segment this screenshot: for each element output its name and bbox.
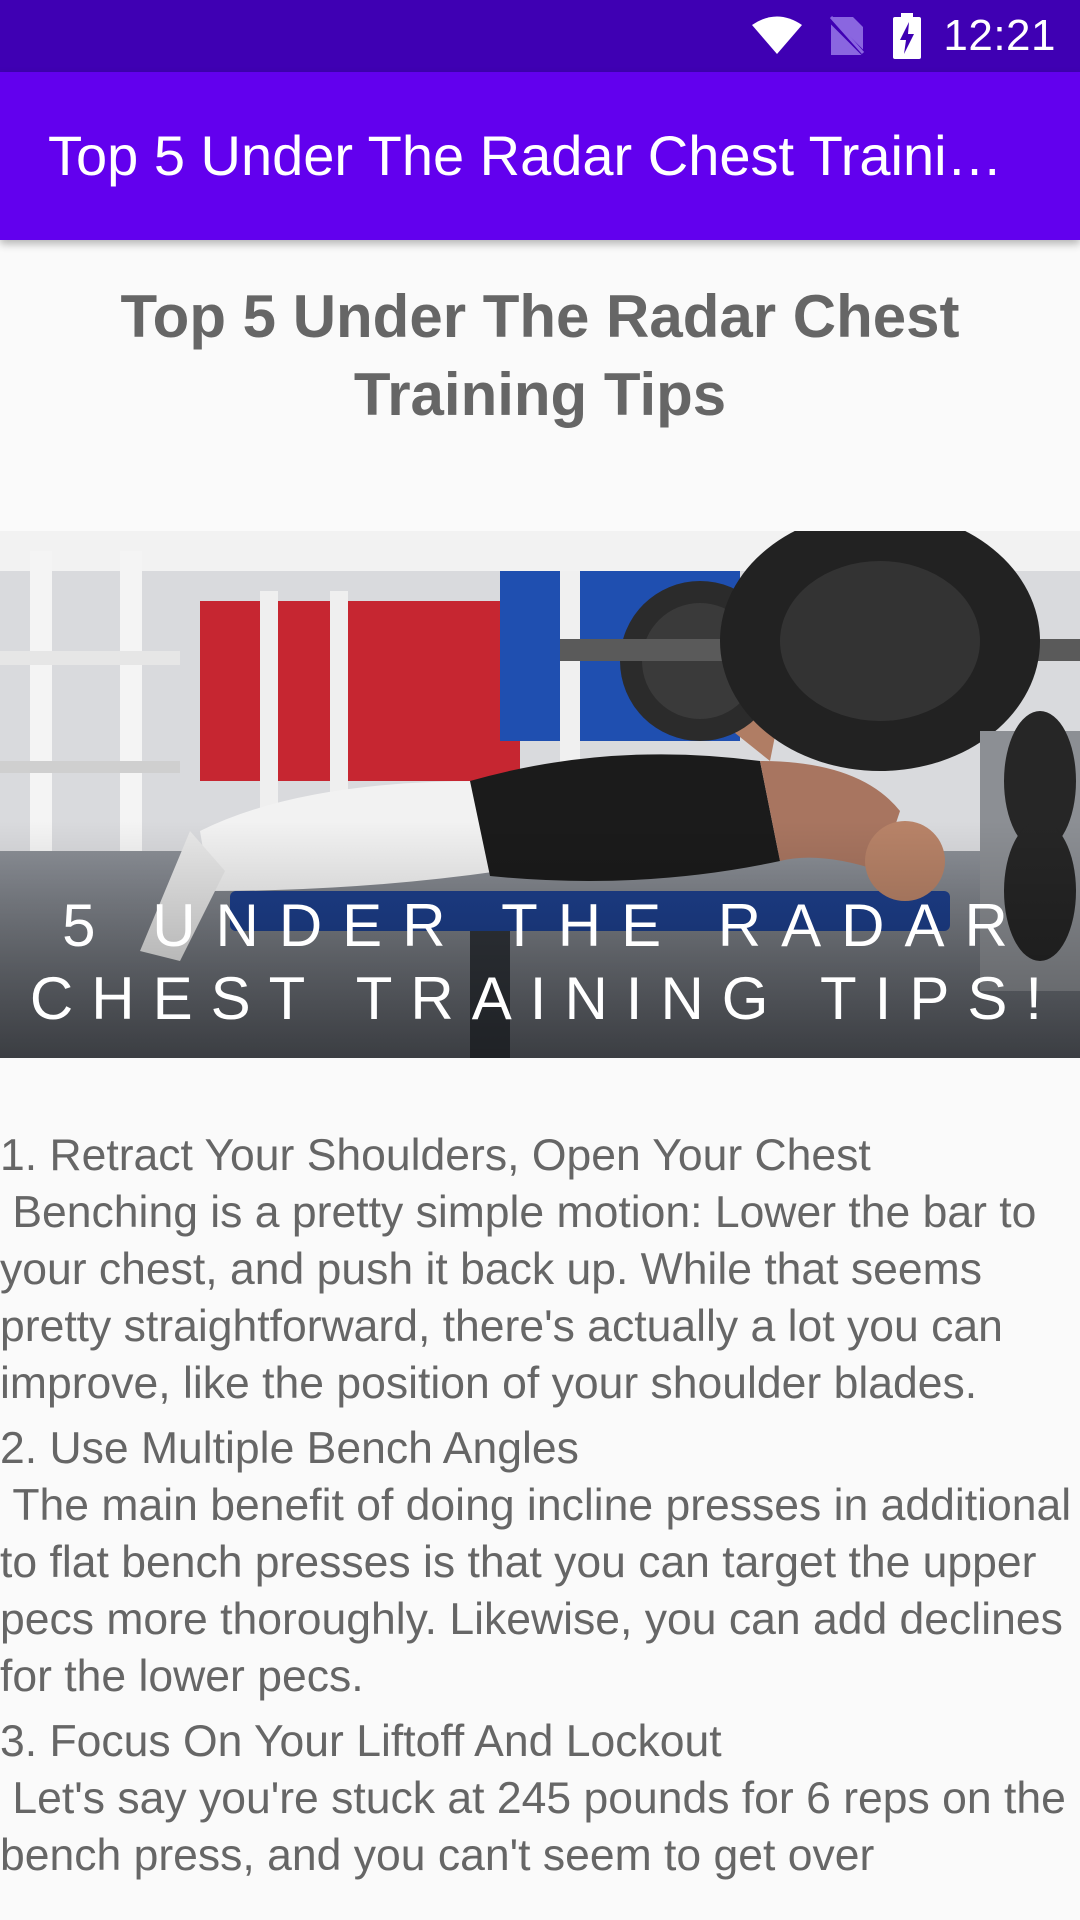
article-body: 1. Retract Your Shoulders, Open Your Che… bbox=[0, 1127, 1072, 1892]
article-hero-image: 5 UNDER THE RADAR CHEST TRAINING TIPS! bbox=[0, 531, 1080, 1058]
status-time: 12:21 bbox=[943, 11, 1056, 60]
hero-caption-line-1: 5 UNDER THE RADAR bbox=[62, 892, 1028, 959]
status-icons: 12:21 bbox=[751, 0, 1056, 72]
tip-body: Let's say you're stuck at 245 pounds for… bbox=[0, 1774, 1079, 1880]
tip-heading: 1. Retract Your Shoulders, Open Your Che… bbox=[0, 1131, 871, 1180]
app-bar: Top 5 Under The Radar Chest Training Tip… bbox=[0, 72, 1080, 240]
no-sim-icon bbox=[829, 15, 866, 57]
battery-charging-icon bbox=[893, 13, 922, 59]
status-bar: 12:21 bbox=[0, 0, 1080, 72]
article-title: Top 5 Under The Radar Chest Training Tip… bbox=[120, 283, 960, 428]
tip-item: 3. Focus On Your Liftoff And Lockout Let… bbox=[0, 1713, 1072, 1884]
app-bar-title: Top 5 Under The Radar Chest Training Tip… bbox=[48, 124, 1008, 187]
tip-heading: 2. Use Multiple Bench Angles bbox=[0, 1424, 579, 1473]
tip-item: 2. Use Multiple Bench Angles The main be… bbox=[0, 1420, 1072, 1705]
tip-body: Benching is a pretty simple motion: Lowe… bbox=[0, 1188, 1049, 1408]
article-content[interactable]: Top 5 Under The Radar Chest Training Tip… bbox=[0, 240, 1080, 1920]
tip-item: 1. Retract Your Shoulders, Open Your Che… bbox=[0, 1127, 1072, 1412]
tip-heading: 3. Focus On Your Liftoff And Lockout bbox=[0, 1717, 722, 1766]
tip-body: The main benefit of doing incline presse… bbox=[0, 1481, 1072, 1701]
wifi-icon bbox=[751, 16, 803, 56]
hero-caption-line-2: CHEST TRAINING TIPS! bbox=[30, 965, 1060, 1032]
